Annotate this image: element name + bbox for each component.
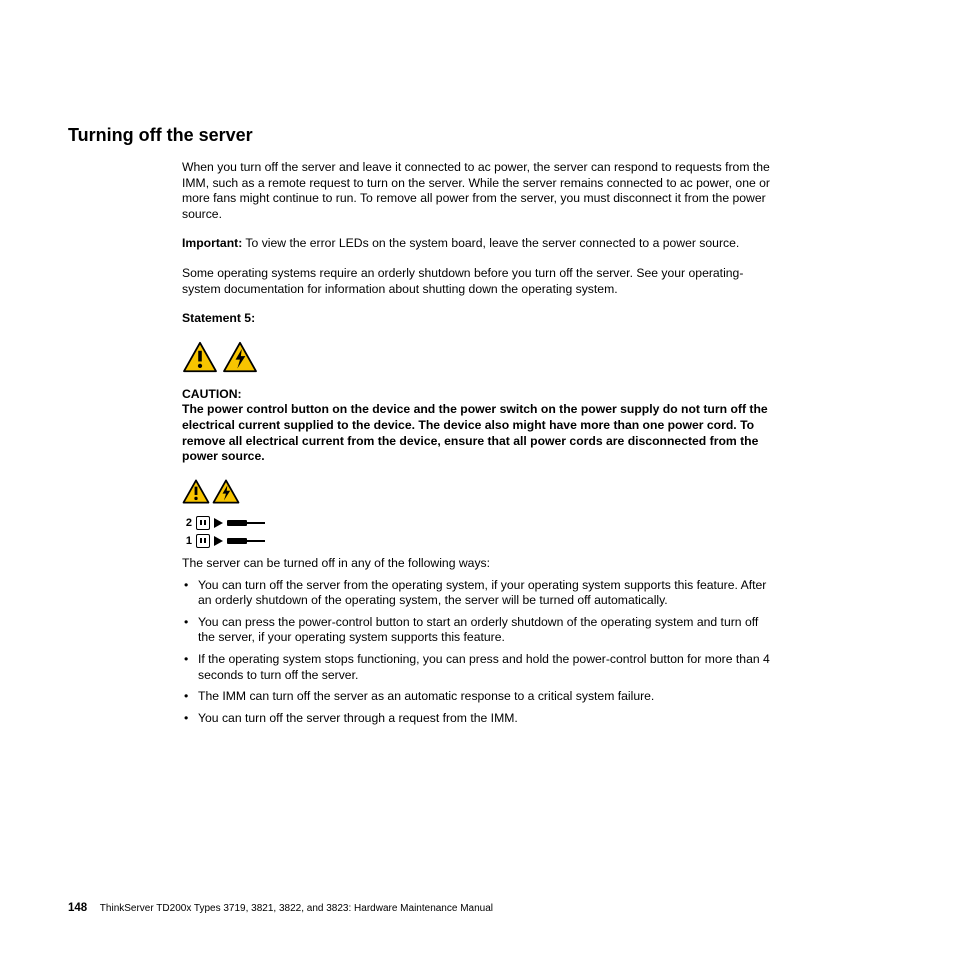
caution-label: CAUTION: bbox=[182, 387, 772, 403]
arrow-right-icon bbox=[214, 518, 223, 528]
diagram-row-2: 2 bbox=[182, 514, 772, 532]
diagram-label-2: 2 bbox=[182, 516, 192, 530]
footer-text: ThinkServer TD200x Types 3719, 3821, 382… bbox=[100, 903, 493, 914]
caution-text: The power control button on the device a… bbox=[182, 402, 772, 464]
warning-exclamation-icon bbox=[182, 341, 218, 373]
warning-electrical-icon bbox=[222, 341, 258, 373]
cord-icon bbox=[227, 536, 267, 546]
list-item: If the operating system stops functionin… bbox=[182, 652, 772, 683]
section-heading: Turning off the server bbox=[68, 125, 874, 146]
power-cord-diagram: 2 1 bbox=[182, 514, 772, 550]
statement-label: Statement 5: bbox=[182, 311, 772, 327]
warning-icons-row-2 bbox=[182, 479, 772, 504]
important-note: Important: To view the error LEDs on the… bbox=[182, 236, 772, 252]
caution-block: CAUTION: The power control button on the… bbox=[182, 387, 772, 465]
list-item: You can turn off the server from the ope… bbox=[182, 578, 772, 609]
arrow-right-icon bbox=[214, 536, 223, 546]
ways-intro: The server can be turned off in any of t… bbox=[182, 556, 772, 572]
shutdown-methods-list: You can turn off the server from the ope… bbox=[182, 578, 772, 727]
plug-icon bbox=[196, 516, 210, 530]
important-label: Important: bbox=[182, 236, 242, 250]
plug-icon bbox=[196, 534, 210, 548]
warning-electrical-icon bbox=[212, 479, 240, 504]
diagram-label-1: 1 bbox=[182, 534, 192, 548]
warning-exclamation-icon bbox=[182, 479, 210, 504]
page-footer: 148 ThinkServer TD200x Types 3719, 3821,… bbox=[68, 902, 493, 914]
list-item: You can turn off the server through a re… bbox=[182, 711, 772, 727]
document-page: Turning off the server When you turn off… bbox=[0, 0, 954, 954]
os-shutdown-paragraph: Some operating systems require an orderl… bbox=[182, 266, 772, 297]
cord-icon bbox=[227, 518, 267, 528]
important-text: To view the error LEDs on the system boa… bbox=[242, 236, 739, 250]
intro-paragraph: When you turn off the server and leave i… bbox=[182, 160, 772, 222]
list-item: The IMM can turn off the server as an au… bbox=[182, 689, 772, 705]
list-item: You can press the power-control button t… bbox=[182, 615, 772, 646]
warning-icons-row-1 bbox=[182, 341, 772, 373]
body-column: When you turn off the server and leave i… bbox=[182, 160, 772, 726]
diagram-row-1: 1 bbox=[182, 532, 772, 550]
page-number: 148 bbox=[68, 902, 87, 914]
